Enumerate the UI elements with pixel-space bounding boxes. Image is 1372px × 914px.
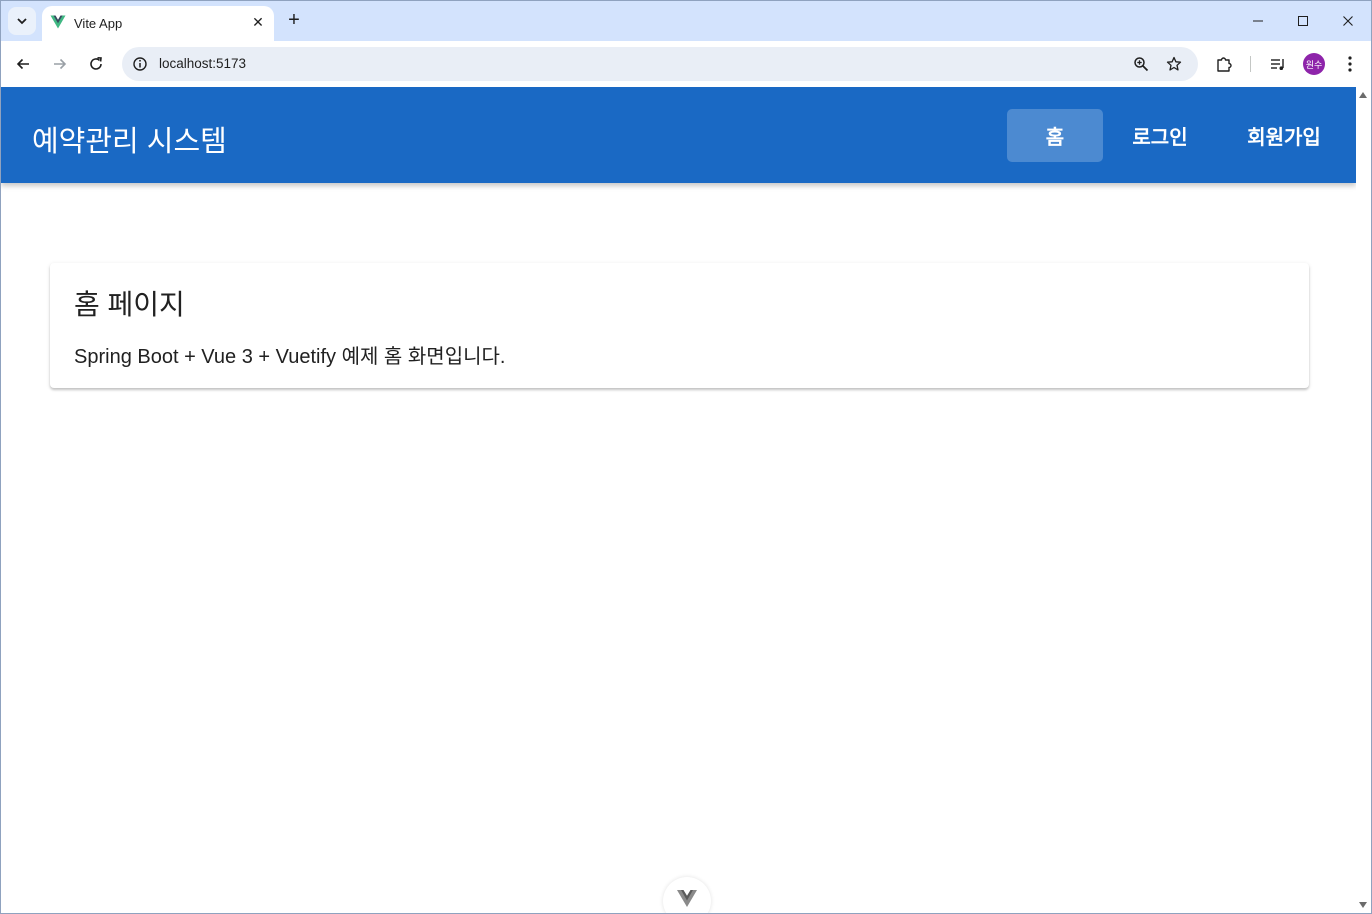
zoom-icon <box>1134 57 1149 72</box>
more-vertical-icon <box>1348 56 1352 72</box>
extensions-button[interactable] <box>1209 49 1239 79</box>
reload-icon <box>90 57 102 70</box>
address-bar[interactable]: localhost:5173 <box>122 47 1198 81</box>
minimize-button[interactable] <box>1236 5 1280 37</box>
media-controls-button[interactable] <box>1263 49 1293 79</box>
browser-toolbar: localhost:5173 원수 <box>1 41 1371 87</box>
vue-devtools-button[interactable] <box>663 877 711 913</box>
minimize-icon <box>1253 20 1263 22</box>
zoom-button[interactable] <box>1131 54 1151 74</box>
nav-login-button[interactable]: 로그인 <box>1111 109 1209 162</box>
page-scrollbar[interactable] <box>1356 87 1371 913</box>
nav-signup-button[interactable]: 회원가입 <box>1219 109 1349 162</box>
page-viewport: 예약관리 시스템 홈 로그인 회원가입 홈 페이지 Spring Boot + … <box>1 87 1371 913</box>
tab-search-button[interactable] <box>8 7 36 35</box>
queue-music-icon <box>1271 59 1284 70</box>
info-icon <box>133 57 147 71</box>
home-card: 홈 페이지 Spring Boot + Vue 3 + Vuetify 예제 홈… <box>50 263 1309 388</box>
arrow-right-icon <box>54 58 67 70</box>
card-title: 홈 페이지 <box>74 289 185 320</box>
chevron-down-icon <box>17 18 27 25</box>
browser-tab[interactable]: Vite App ✕ <box>42 6 274 41</box>
scroll-down-arrow[interactable] <box>1359 902 1367 908</box>
maximize-button[interactable] <box>1281 5 1325 37</box>
tab-strip: Vite App ✕ + <box>1 1 1371 41</box>
close-icon <box>1343 16 1353 26</box>
forward-button[interactable] <box>45 49 75 79</box>
browser-window: Vite App ✕ + localhost:5173 원수 예약관리 시스템 … <box>0 0 1372 914</box>
toolbar-divider <box>1250 56 1251 72</box>
scroll-up-arrow[interactable] <box>1359 92 1367 98</box>
star-icon <box>1166 56 1182 71</box>
new-tab-button[interactable]: + <box>283 9 305 31</box>
vue-devtools-icon <box>677 890 697 907</box>
maximize-icon <box>1298 16 1308 26</box>
app-title: 예약관리 시스템 <box>32 126 227 158</box>
site-info-button[interactable] <box>130 54 150 74</box>
close-window-button[interactable] <box>1326 5 1370 37</box>
profile-avatar[interactable]: 원수 <box>1303 53 1325 75</box>
card-text: Spring Boot + Vue 3 + Vuetify 예제 홈 화면입니다… <box>74 346 506 368</box>
tab-title: Vite App <box>74 16 123 31</box>
vue-logo-icon <box>50 15 66 29</box>
bookmark-button[interactable] <box>1164 54 1184 74</box>
url-text[interactable]: localhost:5173 <box>159 56 246 71</box>
browser-menu-button[interactable] <box>1335 49 1365 79</box>
tab-close-button[interactable]: ✕ <box>248 12 268 32</box>
nav-home-button[interactable]: 홈 <box>1007 109 1103 162</box>
reload-button[interactable] <box>81 49 111 79</box>
back-button[interactable] <box>8 49 38 79</box>
puzzle-icon <box>1217 57 1232 72</box>
app-bar: 예약관리 시스템 홈 로그인 회원가입 <box>1 87 1356 183</box>
arrow-left-icon <box>16 58 29 70</box>
